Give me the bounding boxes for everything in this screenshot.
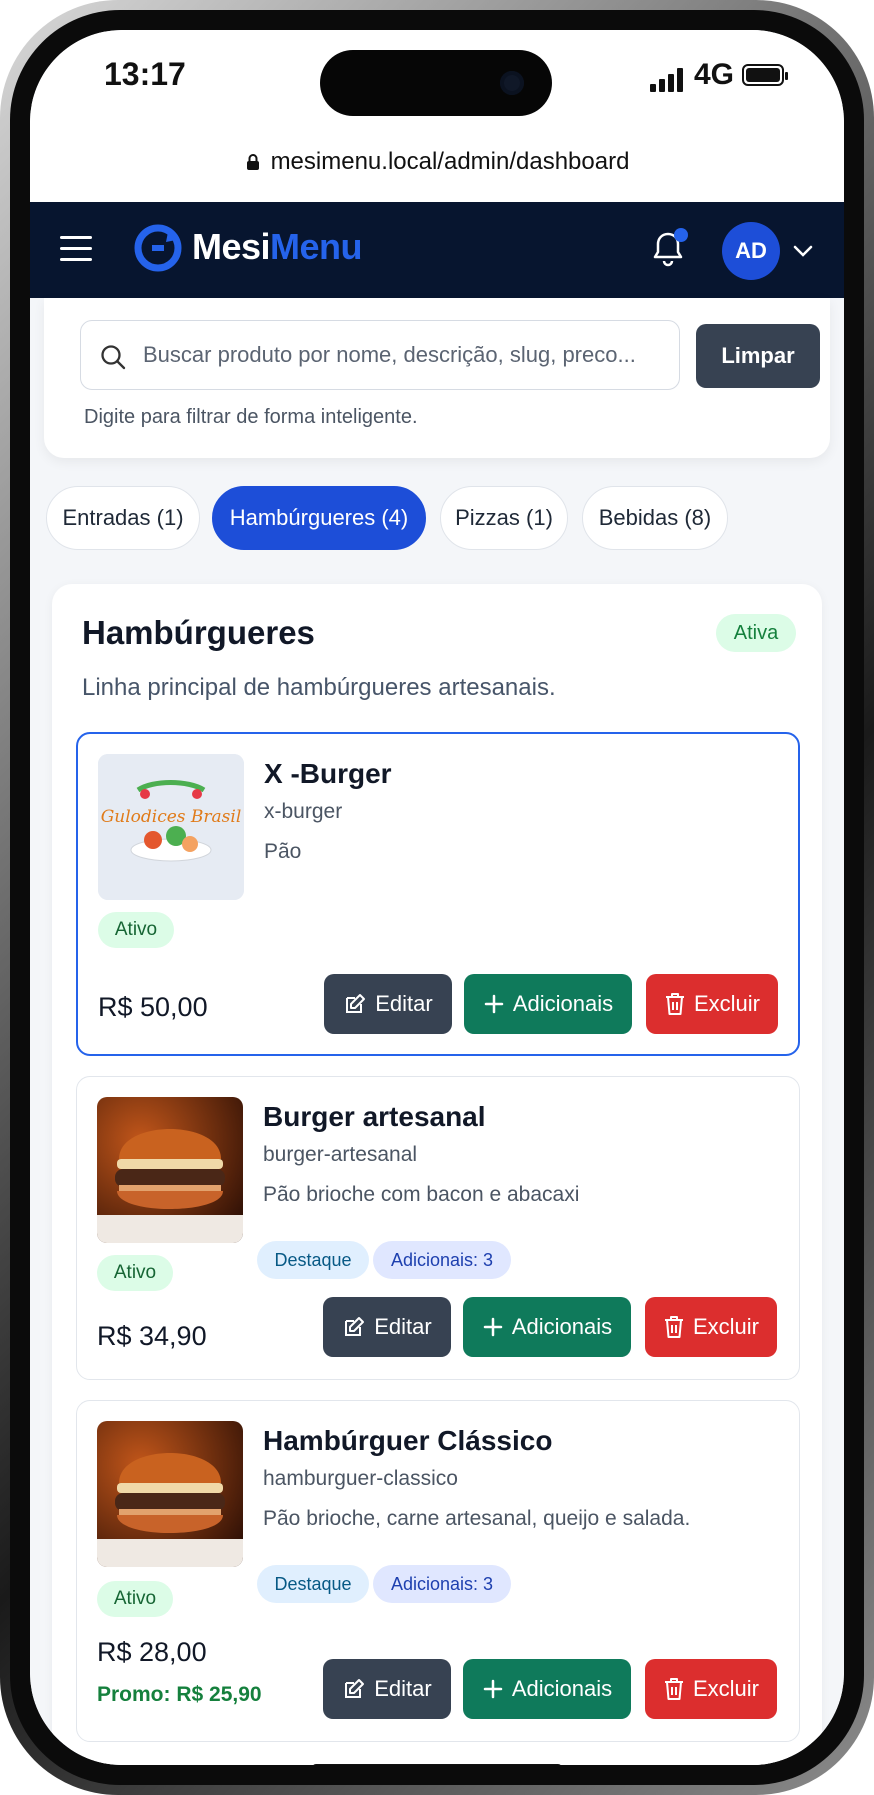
svg-text:Gulodices Brasil: Gulodices Brasil [101, 807, 242, 827]
highlight-badge: Destaque [257, 1241, 369, 1279]
product-name: X -Burger [264, 758, 392, 789]
product-price: R$ 34,90 [97, 1321, 207, 1351]
burger-photo [97, 1097, 243, 1243]
product-status-badge: Ativo [97, 1255, 173, 1291]
product-card[interactable]: Burger artesanal burger-artesanal Pão br… [76, 1076, 800, 1380]
product-image [97, 1421, 243, 1567]
category-status-badge: Ativa [716, 614, 796, 652]
battery-icon [742, 64, 788, 86]
product-status-badge: Ativo [98, 912, 174, 948]
burger-photo [97, 1421, 243, 1567]
notifications-button[interactable] [650, 228, 688, 270]
category-tabs: Entradas (1) Hambúrgueres (4) Pizzas (1)… [46, 486, 844, 552]
product-card[interactable]: Gulodices Brasil X -Burger x-burger Pão … [76, 732, 800, 1056]
network-type: 4G [694, 58, 735, 91]
user-avatar[interactable]: AD [722, 222, 780, 280]
product-card[interactable]: Hambúrguer Clássico hamburguer-classico … [76, 1400, 800, 1742]
clear-button[interactable]: Limpar [696, 324, 820, 388]
edit-button[interactable]: Editar [324, 974, 452, 1034]
notification-dot [674, 228, 688, 242]
product-name: Burger artesanal [263, 1101, 486, 1132]
edit-icon [346, 994, 366, 1013]
product-slug: burger-artesanal [263, 1143, 418, 1166]
trash-icon [664, 1678, 683, 1700]
delete-label: Excluir [693, 991, 760, 1016]
tab-pizzas[interactable]: Pizzas (1) [440, 486, 568, 550]
trash-icon [665, 993, 684, 1015]
browser-url-bar[interactable]: mesimenu.local/admin/dashboard [30, 140, 844, 202]
plus-icon [483, 1679, 503, 1699]
product-status-badge: Ativo [97, 1581, 173, 1617]
brand-name[interactable]: MesiMenu [192, 226, 363, 268]
chevron-down-icon[interactable] [792, 240, 814, 262]
product-price: R$ 50,00 [98, 992, 208, 1022]
search-hint: Digite para filtrar de forma inteligente… [84, 406, 418, 428]
addons-label: Adicionais [511, 1314, 613, 1339]
edit-label: Editar [374, 1314, 432, 1339]
home-indicator [312, 1764, 562, 1765]
edit-label: Editar [375, 991, 433, 1016]
status-time: 13:17 [104, 56, 186, 92]
delete-button[interactable]: Excluir [645, 1297, 777, 1357]
product-image [97, 1097, 243, 1243]
top-navbar: MesiMenu AD [30, 202, 844, 298]
addons-button[interactable]: Adicionais [464, 974, 632, 1034]
product-description: Pão brioche, carne artesanal, queijo e s… [263, 1507, 691, 1530]
edit-icon [345, 1317, 365, 1336]
product-description: Pão [264, 840, 302, 863]
tab-hamburgueres[interactable]: Hambúrgueres (4) [212, 486, 426, 550]
product-slug: hamburguer-classico [263, 1467, 458, 1490]
category-section: Hambúrgueres Ativa Linha principal de ha… [52, 584, 822, 1765]
delete-button[interactable]: Excluir [645, 1659, 777, 1719]
mesimenu-logo-icon [134, 224, 182, 272]
category-description: Linha principal de hambúrgueres artesana… [82, 674, 556, 701]
product-image: Gulodices Brasil [98, 754, 244, 900]
tab-entradas[interactable]: Entradas (1) [46, 486, 200, 550]
delete-label: Excluir [692, 1676, 759, 1701]
camera-icon [500, 71, 524, 95]
delete-label: Excluir [692, 1314, 759, 1339]
category-title: Hambúrgueres [82, 614, 315, 651]
plus-icon [484, 994, 504, 1014]
edit-button[interactable]: Editar [323, 1659, 451, 1719]
addons-count-badge: Adicionais: 3 [373, 1565, 511, 1603]
trash-icon [664, 1316, 683, 1338]
edit-icon [345, 1679, 365, 1698]
lock-icon [246, 154, 259, 170]
addons-button[interactable]: Adicionais [463, 1297, 631, 1357]
search-icon [101, 345, 126, 370]
phone-screen: 13:17 4G mesimenu.local/admin/dashboard … [30, 30, 844, 1765]
product-description: Pão brioche com bacon e abacaxi [263, 1183, 580, 1206]
menu-icon[interactable] [60, 236, 92, 262]
product-logo-image: Gulodices Brasil [98, 754, 244, 900]
edit-label: Editar [374, 1676, 432, 1701]
product-slug: x-burger [264, 800, 343, 823]
brand-part1: Mesi [192, 226, 271, 267]
tab-bebidas[interactable]: Bebidas (8) [582, 486, 728, 550]
addons-count-badge: Adicionais: 3 [373, 1241, 511, 1279]
dynamic-island [320, 50, 552, 116]
edit-button[interactable]: Editar [323, 1297, 451, 1357]
main-content: Limpar Digite para filtrar de forma inte… [30, 298, 844, 1765]
search-card: Limpar Digite para filtrar de forma inte… [44, 298, 830, 458]
status-bar: 13:17 4G [30, 30, 844, 140]
addons-label: Adicionais [511, 1676, 613, 1701]
product-promo-price: Promo: R$ 25,90 [97, 1683, 262, 1706]
url-text: mesimenu.local/admin/dashboard [270, 148, 630, 175]
search-box[interactable] [80, 320, 680, 390]
signal-icon [650, 68, 688, 92]
product-name: Hambúrguer Clássico [263, 1425, 553, 1456]
product-price: R$ 28,00 [97, 1637, 207, 1667]
addons-label: Adicionais [512, 991, 614, 1016]
highlight-badge: Destaque [257, 1565, 369, 1603]
addons-button[interactable]: Adicionais [463, 1659, 631, 1719]
plus-icon [483, 1317, 503, 1337]
brand-part2: Menu [270, 226, 363, 267]
search-input[interactable] [141, 335, 661, 375]
delete-button[interactable]: Excluir [646, 974, 778, 1034]
